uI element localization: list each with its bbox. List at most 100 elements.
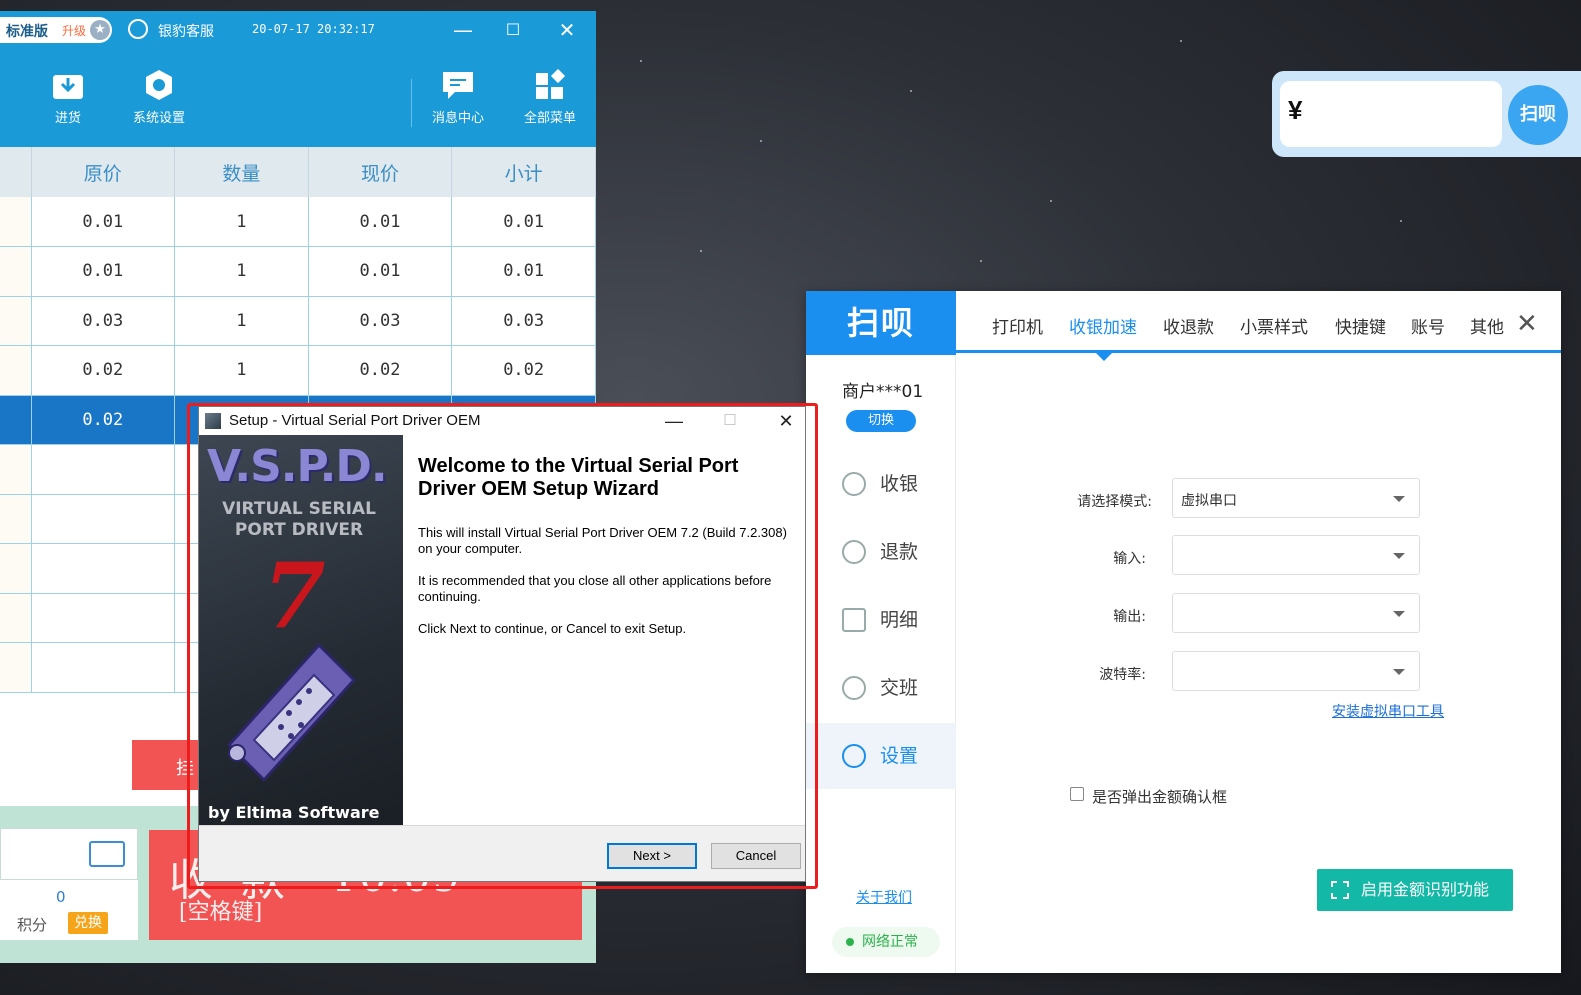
table-cell: 1 (174, 296, 309, 346)
sidebar-item-settings[interactable]: 设置 (806, 723, 956, 789)
output-select[interactable] (1172, 593, 1420, 633)
sidebar-item-refund[interactable]: 退款 (806, 519, 956, 585)
toolbar-divider (411, 79, 412, 127)
table-cell: 0.02 (31, 345, 176, 396)
tab-other[interactable]: 其他 (1470, 313, 1504, 338)
switch-merchant-button[interactable]: 切换 (846, 410, 916, 432)
monitor-icon (842, 472, 866, 496)
vspd-publisher: by Eltima Software (208, 803, 380, 822)
points-value: 0 (56, 888, 66, 906)
about-us-link[interactable]: 关于我们 (856, 887, 912, 907)
vspd-subtitle-line: PORT DRIVER (234, 520, 364, 540)
amount-widget: ¥ 扫呗 (1272, 71, 1581, 157)
sidebar-item-details[interactable]: 明细 (806, 587, 956, 653)
tab-cashier-accel[interactable]: 收银加速 (1069, 313, 1137, 338)
keyboard-icon[interactable] (89, 841, 125, 867)
input-select[interactable] (1172, 535, 1420, 575)
table-cell: 0.01 (308, 197, 453, 247)
purchase-button[interactable]: 进货 (28, 69, 108, 126)
redeem-button[interactable]: 兑换 (68, 912, 108, 934)
vspd-subtitle-line: VIRTUAL SERIAL (222, 499, 376, 519)
next-button[interactable]: Next > (607, 843, 697, 869)
headset-icon[interactable] (128, 19, 148, 39)
refund-icon (842, 540, 866, 564)
purchase-label: 进货 (54, 111, 81, 126)
close-icon[interactable]: ✕ (1516, 309, 1538, 339)
amount-confirm-checkbox[interactable] (1070, 787, 1084, 801)
table-header[interactable]: 小计 (451, 147, 596, 197)
install-virtual-port-link[interactable]: 安装虚拟串口工具 (1332, 701, 1444, 721)
tab-collect-refund[interactable]: 收退款 (1163, 313, 1214, 338)
all-menus-button[interactable]: 全部菜单 (510, 68, 590, 126)
setup-titlebar: Setup - Virtual Serial Port Driver OEM —… (199, 407, 805, 435)
edition-badge[interactable]: 标准版 升级 ★ (0, 17, 112, 43)
pos-toolbar: 进货 系统设置 消息中心 全部菜单 (0, 49, 596, 147)
table-header[interactable]: 原价 (31, 147, 176, 197)
sidebar-item-cashier[interactable]: 收银 (806, 451, 956, 517)
amount-input[interactable]: ¥ (1280, 81, 1502, 147)
input-label: 输入: (1113, 551, 1146, 567)
table-cell: 0.01 (308, 246, 453, 297)
tab-printer[interactable]: 打印机 (992, 313, 1043, 338)
minimize-button[interactable]: — (659, 409, 689, 433)
saobei-sidebar: 商户***01 切换 收银 退款 明细 交班 设置 关于我们 网络正常 (806, 355, 956, 973)
minimize-button[interactable]: — (450, 17, 476, 43)
setup-paragraph: It is recommended that you close all oth… (418, 573, 772, 604)
baud-label: 波特率: (1099, 667, 1146, 683)
upgrade-label[interactable]: 升级 (62, 22, 86, 39)
table-header-blank (0, 147, 32, 197)
sidebar-item-label: 设置 (880, 745, 919, 767)
points-label: 积分 (17, 916, 48, 934)
setup-body: V.S.P.D. VIRTUAL SERIAL PORT DRIVER 7 by… (199, 435, 805, 825)
table-cell: 0.02 (31, 395, 176, 445)
table-header-row: 原价 数量 现价 小计 (0, 147, 596, 197)
close-button[interactable]: ✕ (771, 409, 801, 433)
table-cell: 0.03 (451, 296, 596, 346)
baud-select[interactable] (1172, 651, 1420, 691)
grid-icon (533, 68, 567, 101)
message-center-button[interactable]: 消息中心 (418, 69, 498, 126)
table-row[interactable]: 0.01 1 0.01 0.01 (0, 197, 596, 247)
table-row[interactable]: 0.02 1 0.02 0.02 (0, 345, 596, 396)
user-icon (842, 676, 866, 700)
points-box: 0 积分 兑换 (0, 880, 138, 940)
active-tab-indicator (1096, 353, 1112, 361)
star-icon: ★ (90, 20, 110, 40)
checkout-key-hint: [空格键] (179, 900, 263, 925)
close-button[interactable]: ✕ (554, 17, 580, 43)
mode-label: 请选择模式: (1077, 494, 1152, 510)
sidebar-item-label: 交班 (880, 677, 919, 699)
tab-receipt-style[interactable]: 小票样式 (1240, 313, 1308, 338)
enable-button-label: 启用金额识别功能 (1361, 880, 1490, 899)
table-row[interactable]: 0.03 1 0.03 0.03 (0, 296, 596, 346)
status-dot-icon (846, 938, 854, 946)
table-cell: 1 (174, 246, 309, 297)
saobei-logo[interactable]: 扫呗 (1508, 85, 1568, 145)
sidebar-item-shift[interactable]: 交班 (806, 655, 956, 721)
tab-account[interactable]: 账号 (1411, 313, 1445, 338)
network-status-label: 网络正常 (862, 934, 918, 950)
datetime: 20-07-17 20:32:17 (252, 22, 375, 36)
saobei-tabs: 打印机 收银加速 收退款 小票样式 快捷键 账号 其他 (956, 291, 1561, 353)
system-settings-button[interactable]: 系统设置 (119, 69, 199, 126)
keyboard-input-box[interactable] (0, 828, 138, 880)
table-header[interactable]: 现价 (308, 147, 453, 197)
welcome-heading: Welcome to the Virtual Serial Port Drive… (418, 455, 739, 500)
vspd-version: 7 (263, 543, 326, 649)
amount-confirm-label: 是否弹出金额确认框 (1092, 788, 1228, 806)
enable-amount-recognition-button[interactable]: 启用金额识别功能 (1317, 869, 1513, 911)
saobei-logo: 扫呗 (806, 291, 956, 355)
mode-select[interactable]: 虚拟串口 (1172, 478, 1420, 518)
cancel-button[interactable]: Cancel (711, 843, 801, 869)
table-cell: 0.02 (451, 345, 596, 396)
table-header[interactable]: 数量 (174, 147, 309, 197)
table-row[interactable]: 0.01 1 0.01 0.01 (0, 246, 596, 297)
document-icon (842, 608, 866, 632)
tab-shortcuts[interactable]: 快捷键 (1335, 313, 1386, 338)
serial-connector-icon (226, 642, 357, 783)
customer-service-link[interactable]: 银豹客服 (158, 21, 214, 41)
maximize-button[interactable]: ☐ (500, 17, 526, 43)
all-menus-label: 全部菜单 (523, 111, 576, 126)
vspd-subtitle: VIRTUAL SERIAL PORT DRIVER (199, 499, 399, 541)
vspd-logo: V.S.P.D. (207, 441, 388, 492)
